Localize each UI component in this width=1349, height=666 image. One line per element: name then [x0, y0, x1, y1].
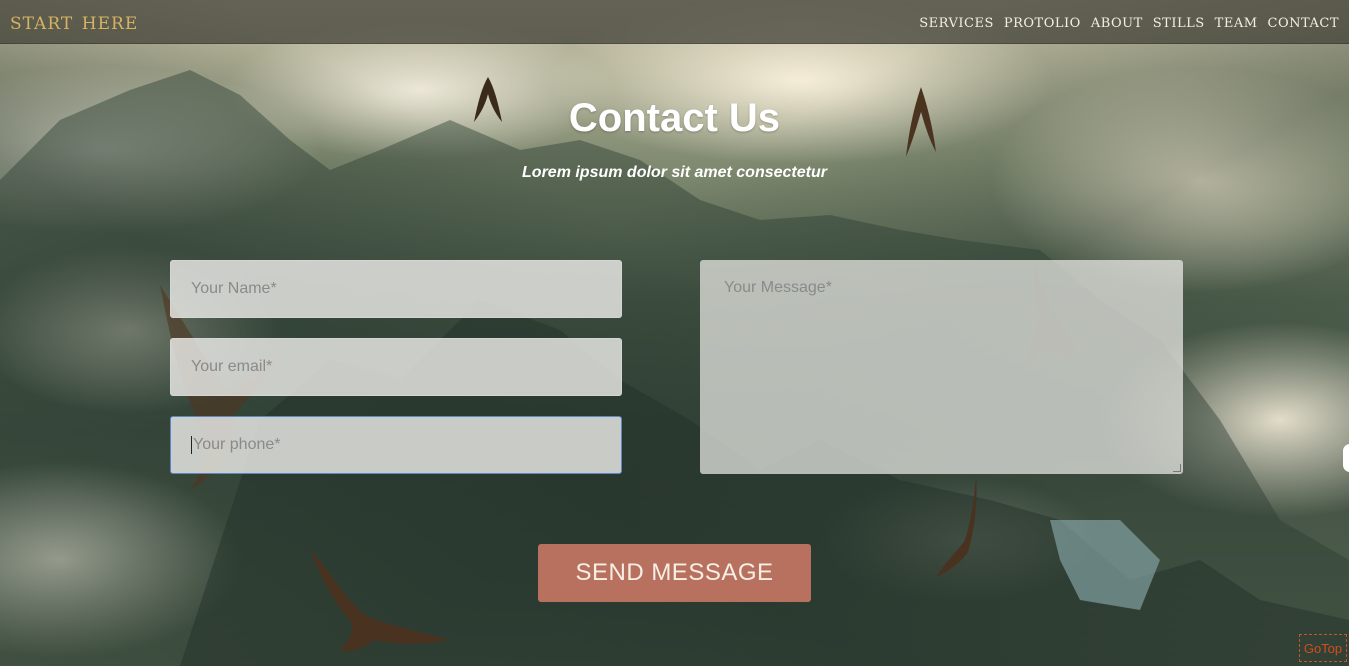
- page-title: Contact Us: [568, 96, 781, 140]
- go-top-button[interactable]: GoTop: [1299, 634, 1347, 662]
- eagle-illustration: [936, 477, 977, 577]
- email-field[interactable]: Your email*: [170, 338, 622, 396]
- eagle-illustration: [310, 550, 450, 652]
- message-placeholder: Your Message*: [724, 279, 832, 296]
- nav-item-services[interactable]: services: [919, 11, 994, 32]
- main-nav: services protolio about stills team cont…: [919, 11, 1339, 32]
- nav-item-team[interactable]: team: [1215, 11, 1258, 32]
- send-message-button[interactable]: SEND MESSAGE: [538, 544, 811, 602]
- nav-item-contact[interactable]: contact: [1268, 11, 1339, 32]
- nav-item-about[interactable]: about: [1091, 11, 1143, 32]
- email-placeholder: Your email*: [191, 358, 273, 375]
- phone-placeholder: Your phone*: [193, 436, 281, 453]
- nav-item-protolio[interactable]: protolio: [1004, 11, 1081, 32]
- nav-item-stills[interactable]: stills: [1153, 11, 1205, 32]
- resize-handle-icon[interactable]: [1173, 464, 1181, 472]
- name-field[interactable]: Your Name*: [170, 260, 622, 318]
- phone-field[interactable]: Your phone*: [170, 416, 622, 474]
- text-caret: [191, 436, 192, 454]
- side-scroll-handle[interactable]: [1343, 444, 1349, 472]
- name-placeholder: Your Name*: [191, 280, 277, 297]
- message-textarea[interactable]: Your Message*: [700, 260, 1183, 474]
- brand-logo[interactable]: start here: [10, 7, 138, 35]
- top-navbar: start here services protolio about still…: [0, 0, 1349, 44]
- page-subtitle: Lorem ipsum dolor sit amet consectetur: [522, 164, 827, 181]
